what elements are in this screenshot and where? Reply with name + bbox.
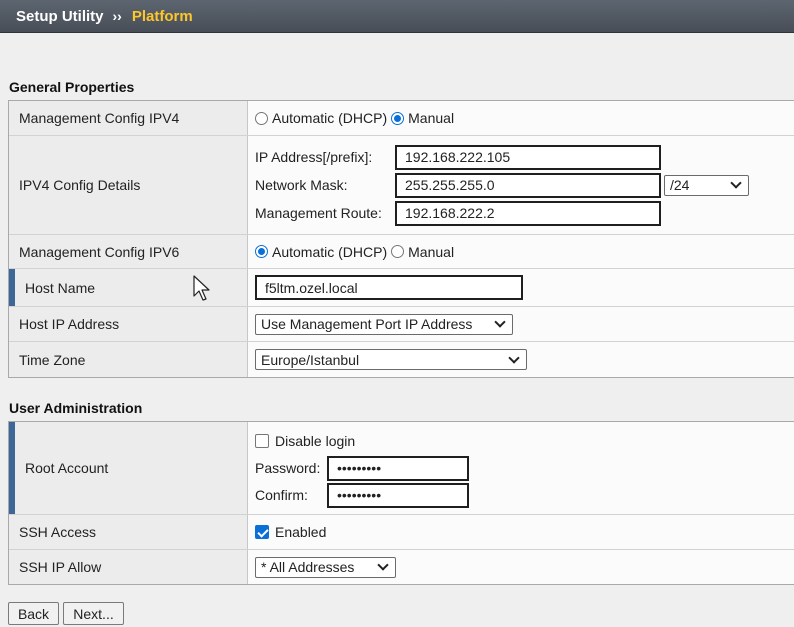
root-account-label: Root Account	[9, 422, 248, 514]
mgmt-ipv4-manual-label: Manual	[408, 110, 455, 126]
host-name-input[interactable]: f5ltm.ozel.local	[255, 275, 523, 300]
general-properties-table: Management Config IPV4 Automatic (DHCP) …	[8, 100, 794, 378]
management-route-input[interactable]: 192.168.222.2	[395, 200, 661, 226]
mgmt-ipv6-label: Management Config IPV6	[9, 235, 248, 268]
row-mgmt-ipv4: Management Config IPV4 Automatic (DHCP) …	[9, 101, 794, 136]
breadcrumb-current: Platform	[131, 7, 193, 25]
back-button[interactable]: Back	[8, 602, 59, 625]
row-host-ip: Host IP Address Use Management Port IP A…	[9, 307, 794, 342]
password-label: Password:	[255, 460, 321, 476]
host-ip-label: Host IP Address	[9, 307, 248, 341]
disable-login-label: Disable login	[275, 433, 356, 449]
mgmt-ipv4-auto-label: Automatic (DHCP)	[272, 110, 388, 126]
time-zone-select-value: Europe/Istanbul	[261, 351, 360, 368]
chevron-down-icon	[508, 351, 520, 364]
general-properties-title: General Properties	[9, 79, 135, 95]
row-ssh-ip-allow: SSH IP Allow * All Addresses	[9, 550, 794, 585]
row-time-zone: Time Zone Europe/Istanbul	[9, 342, 794, 378]
mgmt-ipv6-manual-label: Manual	[408, 243, 455, 260]
password-input[interactable]: •••••••••	[327, 455, 469, 481]
row-ipv4-details: IPV4 Config Details IP Address[/prefix]:…	[9, 136, 794, 235]
mouse-pointer-icon	[193, 275, 210, 301]
breadcrumb-parent[interactable]: Setup Utility	[16, 8, 104, 25]
mgmt-ipv4-label: Management Config IPV4	[9, 101, 248, 135]
confirm-input[interactable]: •••••••••	[327, 482, 469, 508]
host-ip-select-value: Use Management Port IP Address	[261, 316, 473, 332]
ipv4-details-label: IPV4 Config Details	[9, 136, 248, 234]
row-ssh-access: SSH Access Enabled	[9, 515, 794, 550]
mgmt-ipv6-auto-label: Automatic (DHCP)	[272, 243, 388, 260]
prefix-select-value: /24	[670, 177, 690, 193]
confirm-label: Confirm:	[255, 487, 308, 503]
mgmt-ipv4-manual-radio[interactable]	[391, 111, 405, 125]
chevron-down-icon	[377, 559, 389, 571]
mgmt-ipv4-auto-radio[interactable]	[255, 111, 268, 125]
management-route-label: Management Route:	[255, 205, 382, 221]
ssh-enabled-checkbox[interactable]	[255, 525, 269, 539]
user-administration-table: Root Account Disable login Password: •••…	[8, 421, 794, 585]
ssh-ip-allow-select-value: * All Addresses	[261, 559, 355, 575]
chevron-down-icon	[730, 177, 742, 189]
ssh-enabled-label: Enabled	[275, 524, 327, 540]
ip-address-input[interactable]: 192.168.222.105	[395, 144, 661, 170]
row-mgmt-ipv6: Management Config IPV6 Automatic (DHCP) …	[9, 235, 794, 269]
prefix-select[interactable]: /24	[664, 174, 749, 196]
top-bar: Setup Utility ›› Platform	[0, 0, 794, 33]
host-ip-select[interactable]: Use Management Port IP Address	[255, 313, 513, 335]
row-host-name: Host Name f5ltm.ozel.local	[9, 269, 794, 307]
user-administration-title: User Administration	[9, 400, 143, 416]
time-zone-select[interactable]: Europe/Istanbul	[255, 349, 527, 370]
row-root-account: Root Account Disable login Password: •••…	[9, 422, 794, 515]
time-zone-label: Time Zone	[9, 342, 248, 377]
mgmt-ipv6-auto-radio[interactable]	[255, 245, 268, 258]
ip-address-label: IP Address[/prefix]:	[255, 149, 373, 165]
network-mask-label: Network Mask:	[255, 177, 348, 193]
mgmt-ipv6-manual-radio[interactable]	[391, 245, 405, 258]
disable-login-checkbox[interactable]	[255, 434, 269, 448]
ssh-access-label: SSH Access	[9, 515, 248, 549]
network-mask-input[interactable]: 255.255.255.0	[395, 172, 661, 198]
chevron-down-icon	[494, 316, 506, 328]
ssh-ip-allow-select[interactable]: * All Addresses	[255, 556, 396, 578]
breadcrumb-separator: ››	[112, 8, 122, 24]
next-button[interactable]: Next...	[63, 602, 124, 625]
ssh-ip-allow-label: SSH IP Allow	[9, 550, 248, 584]
